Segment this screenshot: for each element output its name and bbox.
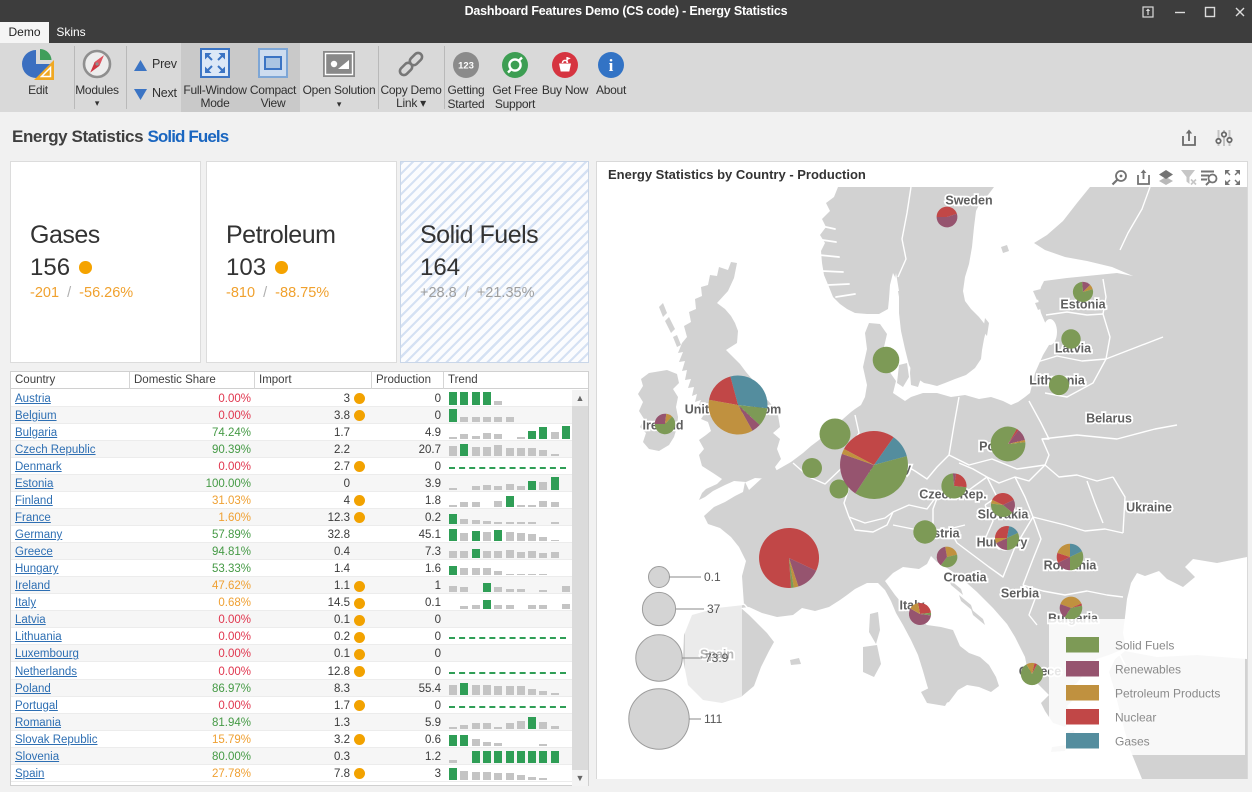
- svg-text:Croatia: Croatia: [943, 571, 987, 585]
- svg-text:Nuclear: Nuclear: [1115, 711, 1156, 725]
- svg-text:Gases: Gases: [1115, 735, 1150, 749]
- svg-text:Belarus: Belarus: [1086, 412, 1132, 426]
- svg-text:Solid Fuels: Solid Fuels: [1115, 639, 1174, 653]
- svg-text:0.1: 0.1: [704, 570, 721, 584]
- svg-text:Petroleum Products: Petroleum Products: [1115, 687, 1220, 701]
- svg-text:123: 123: [458, 61, 474, 72]
- svg-text:Ukraine: Ukraine: [1126, 501, 1172, 515]
- svg-text:73.9: 73.9: [705, 651, 729, 665]
- svg-text:i: i: [609, 56, 614, 75]
- svg-text:Renewables: Renewables: [1115, 663, 1181, 677]
- svg-text:111: 111: [704, 712, 723, 726]
- svg-text:Sweden: Sweden: [945, 194, 992, 208]
- svg-text:Serbia: Serbia: [1001, 587, 1040, 601]
- svg-text:37: 37: [707, 602, 721, 616]
